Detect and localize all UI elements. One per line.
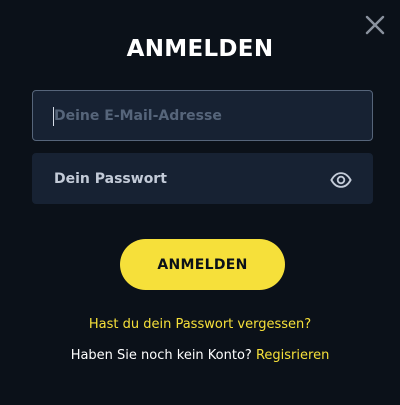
login-submit-button[interactable]: ANMELDEN bbox=[120, 239, 285, 290]
forgot-password-link[interactable]: Hast du dein Passwort vergessen? bbox=[0, 316, 400, 334]
dialog-title: ANMELDEN bbox=[126, 36, 274, 62]
login-dialog: ANMELDEN ANMELDEN Hast du dein Passwort … bbox=[0, 0, 400, 405]
eye-icon bbox=[330, 172, 352, 188]
register-prompt-text: Haben Sie noch kein Konto? bbox=[70, 348, 252, 363]
text-cursor bbox=[53, 107, 54, 126]
show-password-button[interactable] bbox=[330, 169, 352, 191]
email-field[interactable] bbox=[32, 90, 373, 141]
email-input[interactable] bbox=[33, 91, 372, 140]
register-link[interactable]: Regisrieren bbox=[256, 348, 329, 363]
password-input[interactable] bbox=[33, 154, 372, 203]
password-field[interactable] bbox=[32, 153, 373, 204]
register-prompt-line: Haben Sie noch kein Konto? Regisrieren bbox=[0, 347, 400, 365]
